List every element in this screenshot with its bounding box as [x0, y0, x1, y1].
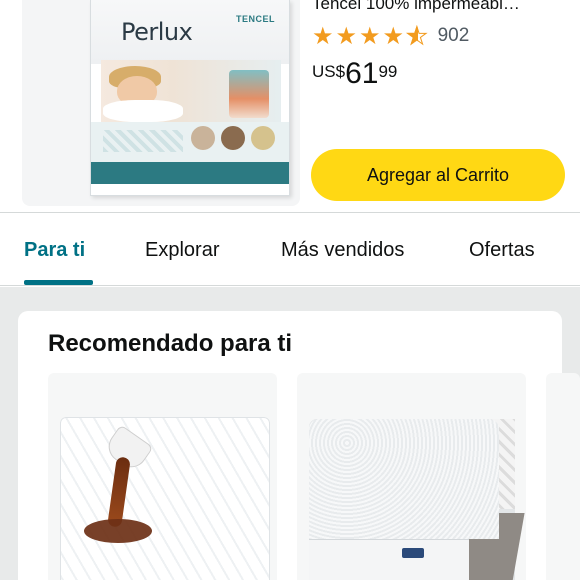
- recommended-item-partial[interactable]: [546, 373, 580, 580]
- price-fraction: 99: [378, 62, 398, 81]
- price-whole: 61: [345, 57, 379, 90]
- tab-bar: Para ti Explorar Más vendidos Ofertas: [0, 212, 580, 286]
- add-to-cart-button[interactable]: Agregar al Carrito: [311, 149, 565, 201]
- product-summary: Perlux TENCEL Tencel 100% impermeabl… ★ …: [0, 0, 580, 212]
- price: US$ 61 99: [312, 58, 397, 90]
- package-badge: TENCEL: [236, 14, 275, 24]
- product-thumbnail: [60, 417, 270, 580]
- star-half-icon: ★: [406, 22, 428, 50]
- price-currency: US$: [312, 62, 346, 81]
- star-icon: ★: [335, 22, 358, 50]
- tab-explorar[interactable]: Explorar: [145, 239, 219, 262]
- recommended-item[interactable]: [297, 373, 526, 580]
- product-image[interactable]: Perlux TENCEL: [22, 0, 300, 206]
- product-title[interactable]: Tencel 100% impermeabl…: [312, 0, 572, 14]
- recommendations-title: Recomendado para ti: [48, 330, 293, 357]
- star-icon: ★: [312, 22, 334, 50]
- rating[interactable]: ★ ★ ★ ★ ★ 902: [312, 22, 470, 50]
- tab-mas-vendidos[interactable]: Más vendidos: [281, 239, 404, 262]
- tab-para-ti[interactable]: Para ti: [24, 239, 85, 262]
- recommended-item[interactable]: [48, 373, 277, 580]
- package-brand: Perlux: [121, 18, 193, 46]
- active-tab-indicator: [24, 280, 93, 285]
- tab-ofertas[interactable]: Ofertas: [469, 239, 535, 262]
- star-icon: ★: [382, 22, 405, 50]
- package-image: Perlux TENCEL: [90, 0, 290, 196]
- rating-count: 902: [437, 25, 470, 46]
- star-icon: ★: [359, 22, 381, 50]
